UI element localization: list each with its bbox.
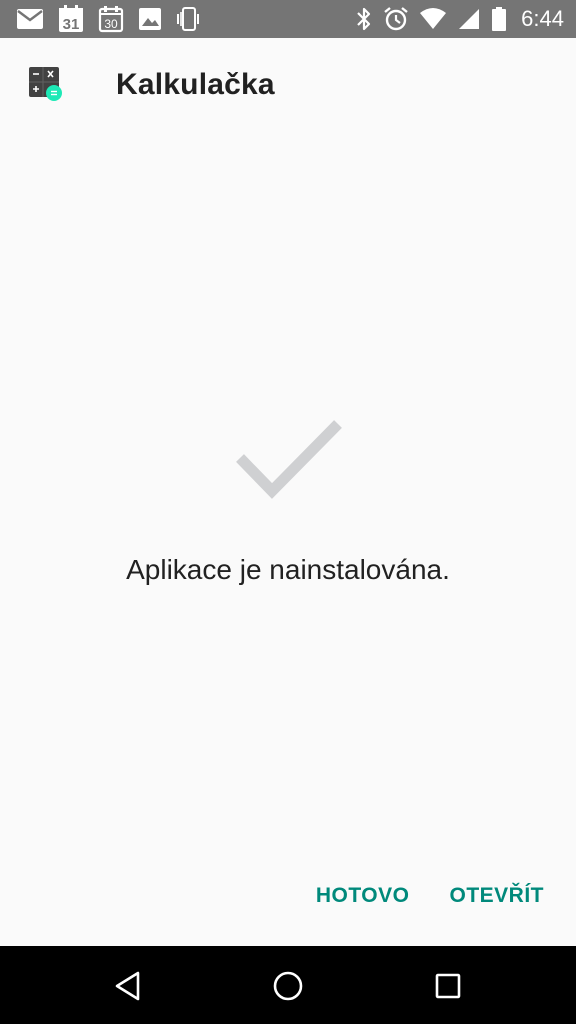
bluetooth-icon — [355, 6, 373, 32]
recents-icon[interactable] — [426, 964, 470, 1008]
calculator-icon — [28, 66, 64, 102]
calendar-icon: 30 — [98, 5, 124, 33]
back-icon[interactable] — [106, 964, 150, 1008]
calendar-day-text: 30 — [104, 17, 118, 31]
image-icon — [138, 7, 162, 31]
notification-icons: 31 30 — [16, 5, 200, 33]
mail-icon — [16, 8, 44, 30]
calendar-day-text: 31 — [63, 16, 80, 33]
checkmark-icon — [230, 412, 348, 507]
dialog-actions: HOTOVO OTEVŘÍT — [304, 872, 576, 920]
done-button[interactable]: HOTOVO — [304, 874, 422, 918]
home-icon[interactable] — [266, 964, 310, 1008]
system-icons: 6:44 — [355, 5, 564, 33]
battery-icon — [491, 6, 507, 32]
status-bar: 31 30 6:44 — [0, 0, 576, 38]
cellular-signal-icon — [457, 7, 481, 31]
app-title: Kalkulačka — [116, 68, 275, 101]
app-header: Kalkulačka — [0, 38, 576, 138]
install-status-message: Aplikace je nainstalována. — [126, 554, 450, 585]
phone-vibrate-icon — [176, 6, 200, 32]
screen: 31 30 6:44 Kalkulačka Aplikace je nainst… — [0, 0, 576, 1024]
navigation-bar — [0, 946, 576, 1024]
status-time: 6:44 — [521, 6, 564, 31]
open-button[interactable]: OTEVŘÍT — [437, 874, 556, 918]
wifi-icon — [419, 7, 447, 31]
alarm-icon — [383, 6, 409, 32]
calendar-icon: 31 — [58, 5, 84, 33]
